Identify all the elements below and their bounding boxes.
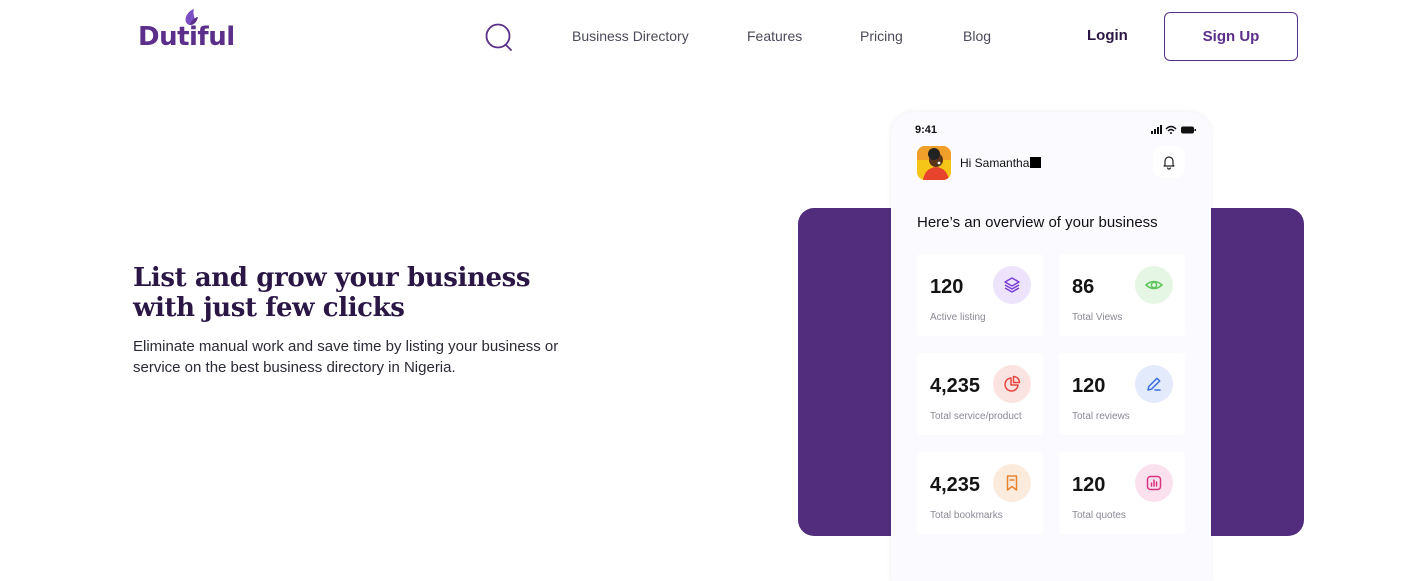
stat-value: 86 (1072, 276, 1095, 298)
phone-mockup: 9:41 Hi Samantha Here’s an overview of y… (891, 112, 1211, 581)
stat-value: 4,235 (930, 474, 981, 496)
signup-button[interactable]: Sign Up (1164, 12, 1298, 61)
stat-card-total-bookmarks[interactable]: 4,235 Total bookmarks (917, 452, 1043, 534)
stat-value: 120 (1072, 474, 1106, 496)
stat-card-total-reviews[interactable]: 120 Total reviews (1059, 353, 1185, 435)
notification-bell-icon[interactable] (1153, 146, 1185, 178)
stat-card-active-listing[interactable]: 120 Active listing (917, 254, 1043, 336)
login-link[interactable]: Login (1087, 27, 1128, 44)
nav-pricing[interactable]: Pricing (860, 28, 903, 44)
stat-label: Active listing (930, 312, 986, 323)
stat-label: Total service/product (930, 411, 1022, 422)
stat-card-total-quotes[interactable]: 120 Total quotes (1059, 452, 1185, 534)
layers-icon (993, 266, 1031, 304)
phone-time: 9:41 (915, 124, 938, 136)
greeting: Hi Samantha (960, 156, 1042, 170)
stat-label: Total reviews (1072, 411, 1130, 422)
logo-text: Dutiful (138, 22, 235, 52)
stat-label: Total bookmarks (930, 510, 1003, 521)
stat-value: 120 (1072, 375, 1106, 397)
stat-card-total-views[interactable]: 86 Total Views (1059, 254, 1185, 336)
nav-features[interactable]: Features (747, 28, 802, 44)
edit-icon (1135, 365, 1173, 403)
nav-business-directory[interactable]: Business Directory (572, 28, 689, 44)
status-bar-icons (1151, 125, 1196, 134)
stat-label: Total quotes (1072, 510, 1126, 521)
pie-chart-icon (993, 365, 1031, 403)
avatar[interactable] (917, 146, 951, 180)
stat-card-total-service[interactable]: 4,235 Total service/product (917, 353, 1043, 435)
bookmark-icon (993, 464, 1031, 502)
stat-value: 120 (930, 276, 964, 298)
hero-title: List and grow your business with just fe… (133, 263, 531, 323)
eye-icon (1135, 266, 1173, 304)
logo[interactable]: Dutiful (138, 8, 238, 52)
overview-title: Here’s an overview of your business (917, 214, 1158, 231)
stat-label: Total Views (1072, 312, 1123, 323)
hero-subtitle: Eliminate manual work and save time by l… (133, 338, 559, 376)
nav-blog[interactable]: Blog (963, 28, 991, 44)
chart-icon (1135, 464, 1173, 502)
stat-value: 4,235 (930, 375, 981, 397)
search-icon[interactable] (484, 22, 514, 52)
